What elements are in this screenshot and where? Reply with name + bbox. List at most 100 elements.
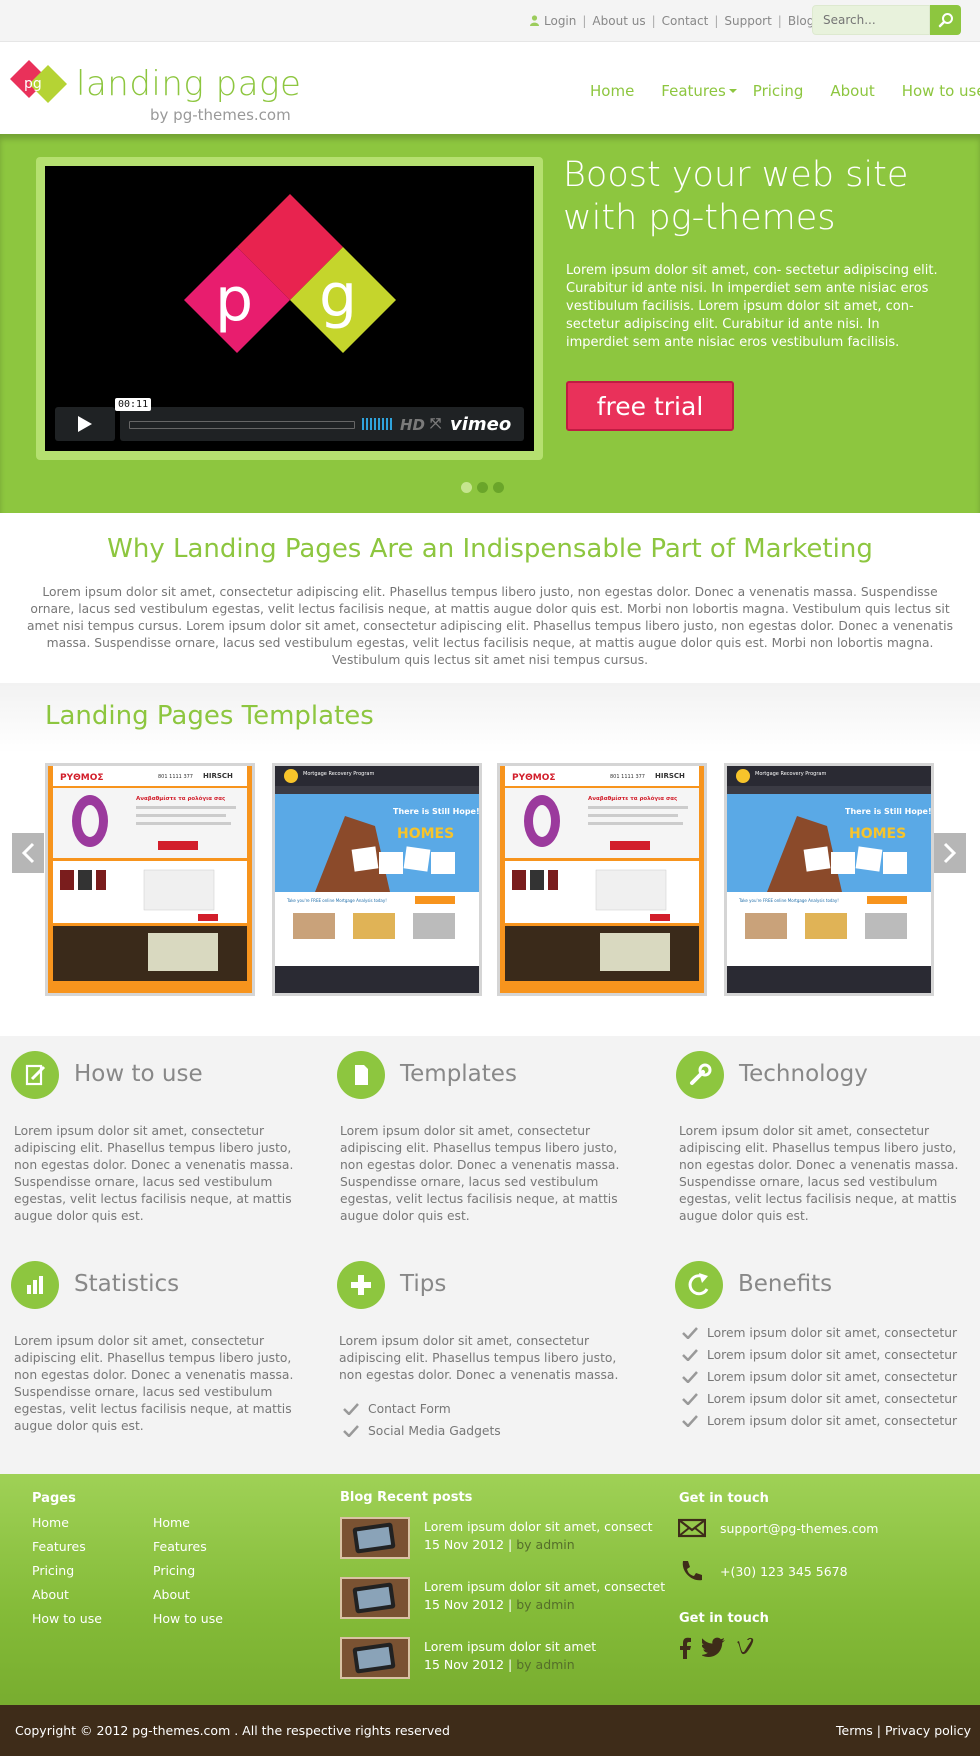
contact-link[interactable]: Contact [662,14,709,28]
support-link[interactable]: Support [724,14,771,28]
template-thumb-2[interactable]: Mortgage Recovery Program There is Still… [272,763,482,996]
template-4-program: Mortgage Recovery Program [755,771,826,777]
footer-link-features[interactable]: Features [153,1535,223,1559]
free-trial-button[interactable]: free trial [566,381,734,431]
template-thumb-4[interactable]: Mortgage Recovery Program There is Still… [724,763,934,996]
template-1-phone: 801 1111 377 [158,774,193,780]
hd-button[interactable]: HD [400,416,425,434]
check-icon [682,1327,698,1339]
footer-link-how-to-use[interactable]: How to use [32,1607,102,1631]
separator: | [651,14,656,28]
footer-link-pricing[interactable]: Pricing [153,1559,223,1583]
footer-link-home[interactable]: Home [153,1511,223,1535]
vimeo-logo[interactable]: vimeo [450,414,511,435]
footer-social-title: Get in touch [679,1611,769,1626]
footer-blog-title: Blog Recent posts [340,1490,473,1505]
blog-post-meta: 15 Nov 2012 | by admin [424,1657,575,1672]
nav-how-to-use[interactable]: How to use [902,82,980,100]
feature-title: How to use [74,1061,203,1087]
template-thumb-3[interactable]: ΡΥΘΜΟΣ 801 1111 377 HIRSCH Αναβαθμίστε τ… [497,763,707,996]
benefits-item: Lorem ipsum dolor sit amet, consectetur [681,1410,971,1432]
footer-link-home[interactable]: Home [32,1511,102,1535]
slider-dot-3[interactable] [493,482,504,493]
features-section: How to use Lorem ipsum dolor sit amet, c… [0,1036,980,1474]
tips-item-label: Social Media Gadgets [368,1424,501,1438]
hero-text: Lorem ipsum dolor sit amet, con- sectetu… [566,263,938,350]
footer-email[interactable]: support@pg-themes.com [678,1518,878,1538]
blog-post-author[interactable]: by admin [516,1537,574,1552]
benefits-item-label: Lorem ipsum dolor sit amet, consectetur [707,1326,958,1340]
hero-title: Boost your web site with pg-themes [563,155,909,238]
footer-link-pricing[interactable]: Pricing [32,1559,102,1583]
benefits-list: Lorem ipsum dolor sit amet, consectetur … [681,1322,971,1432]
blog-post-title[interactable]: Lorem ipsum dolor sit amet [424,1639,596,1654]
slider-dot-2[interactable] [477,482,488,493]
footer-email-text[interactable]: support@pg-themes.com [720,1521,878,1536]
login-link[interactable]: Login [544,14,576,28]
about-us-link[interactable]: About us [592,14,645,28]
footer-link-about[interactable]: About [32,1583,102,1607]
carousel-prev-button[interactable] [12,833,44,873]
footer-pages-title: Pages [32,1491,76,1506]
check-icon [682,1349,698,1361]
footer-link-about[interactable]: About [153,1583,223,1607]
nav-about[interactable]: About [830,82,874,100]
top-links: Login | About us | Contact | Support | Blog [530,14,814,28]
plus-icon [337,1261,385,1309]
nav-features[interactable]: Features [661,82,737,100]
play-button[interactable] [55,407,115,441]
separator: | [714,14,719,28]
video-player[interactable]: p g HD ⤧ vimeo 00:11 [45,166,534,451]
top-bar: Login | About us | Contact | Support | Blog [0,0,980,42]
footer-pages-list: Home Features Pricing About How to use [32,1511,102,1631]
footer-link-features[interactable]: Features [32,1535,102,1559]
feature-title: Statistics [74,1271,180,1297]
social-links [678,1637,754,1659]
blog-post-author[interactable]: by admin [516,1657,574,1672]
nav-home[interactable]: Home [590,82,634,100]
nav-pricing[interactable]: Pricing [753,82,804,100]
slider-dot-1[interactable] [461,482,472,493]
video-logo-p: p [215,265,253,335]
terms-link[interactable]: Terms [836,1723,873,1738]
logo-mark-letters: pg [24,76,42,92]
blog-post-date: 15 Nov 2012 [424,1537,505,1552]
template-2-headline: There is Still Hope! [393,807,479,816]
blog-post-title[interactable]: Lorem ipsum dolor sit amet, consectet [424,1579,665,1594]
copyright-text: Copyright © 2012 pg-themes.com . All the… [15,1723,450,1738]
intro-section: Why Landing Pages Are an Indispensable P… [0,513,980,683]
twitter-icon[interactable] [702,1637,726,1657]
fullscreen-icon[interactable]: ⤧ [430,416,441,432]
vimeo-icon[interactable] [736,1637,754,1655]
video-progress-bar[interactable] [129,421,355,429]
envelope-icon [678,1518,706,1538]
blog-post-title[interactable]: Lorem ipsum dolor sit amet, consect [424,1519,653,1534]
video-controls: HD ⤧ vimeo [120,407,524,441]
feature-text: Lorem ipsum dolor sit amet, consectetur … [340,1124,620,1223]
templates-title: Landing Pages Templates [45,701,374,731]
template-4-sub: HOMES [849,826,906,842]
blog-post[interactable]: Lorem ipsum dolor sit amet, consectet 15… [340,1577,665,1621]
blog-post[interactable]: Lorem ipsum dolor sit amet, consect 15 N… [340,1517,660,1561]
carousel-next-button[interactable] [934,833,966,873]
check-icon [343,1425,359,1437]
footer-phone: +(30) 123 345 5678 [678,1559,848,1583]
video-time: 00:11 [115,398,152,411]
benefits-item: Lorem ipsum dolor sit amet, consectetur [681,1322,971,1344]
separator: | [582,14,587,28]
volume-icon[interactable] [362,418,392,430]
blog-link[interactable]: Blog [788,14,815,28]
template-4-cta: Take you're FREE online Mortgage Analysi… [738,898,839,903]
privacy-policy-link[interactable]: Privacy policy [885,1723,971,1738]
facebook-icon[interactable] [678,1637,692,1659]
footer-link-how-to-use[interactable]: How to use [153,1607,223,1631]
site-logo[interactable]: pg landing page by pg-themes.com [10,54,310,126]
blog-post-author[interactable]: by admin [516,1597,574,1612]
search-button[interactable] [930,5,961,35]
blog-post-meta: 15 Nov 2012 | by admin [424,1537,575,1552]
search-input[interactable] [813,6,929,34]
intro-title: Why Landing Pages Are an Indispensable P… [107,534,873,564]
template-thumb-1[interactable]: ΡΥΘΜΟΣ 801 1111 377 HIRSCH Αναβαθμίστε τ… [45,763,255,996]
pg-video-logo: p g [184,194,396,353]
blog-post[interactable]: Lorem ipsum dolor sit amet 15 Nov 2012 |… [340,1637,660,1681]
